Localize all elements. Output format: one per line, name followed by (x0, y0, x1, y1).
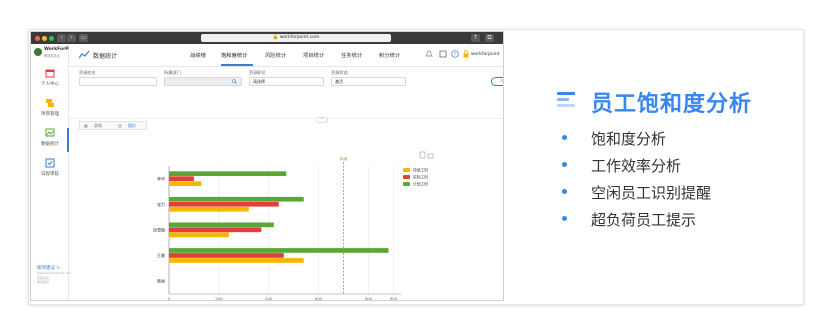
browser-window: ‹ › ▭ 🔒 workforpoint.com ↑ ⧉ WorkForPoin… (30, 31, 504, 301)
bar-planned[interactable] (169, 248, 389, 253)
legend-swatch (403, 175, 410, 179)
title-bar-icon (557, 92, 575, 95)
x-tick-label: 600 (315, 296, 323, 301)
saturation-bar-chart: 0 200 400 600 800 900 李华张力徐雪微王娜韩丽 标准持续工时实际工时计划工… (153, 156, 428, 301)
bar-actual[interactable] (169, 176, 194, 181)
title-bar-icon (557, 98, 569, 101)
bullet-icon (562, 216, 567, 221)
x-tick-label: 900 (390, 296, 398, 301)
feature-item: 超负荷员工提示 (591, 211, 697, 229)
bar-continuous[interactable] (169, 258, 304, 263)
feature-item: 工作效率分析 (591, 157, 682, 175)
bullet-icon (562, 162, 567, 167)
bullet-icon (562, 135, 567, 140)
category-label: 徐雪微 (153, 227, 165, 233)
x-tick-label: 0 (168, 296, 171, 301)
bar-continuous[interactable] (169, 181, 202, 186)
reference-line-label: 标准 (340, 156, 348, 161)
bar-continuous[interactable] (169, 206, 249, 212)
x-tick-label: 800 (365, 296, 373, 301)
feature-item: 饱和度分析 (591, 130, 667, 148)
category-label: 韩丽 (157, 278, 165, 284)
feature-item: 空闲员工识别提醒 (591, 184, 712, 202)
bar-planned[interactable] (169, 171, 287, 176)
bar-actual[interactable] (169, 253, 284, 258)
panel-title: 员工饱和度分析 (591, 92, 753, 117)
category-label: 李华 (157, 175, 165, 181)
legend-label: 持续工时 (413, 168, 428, 173)
legend-swatch (403, 168, 410, 172)
legend-swatch (403, 182, 410, 186)
x-tick-label: 400 (265, 296, 273, 301)
bar-continuous[interactable] (169, 232, 229, 238)
legend-label: 计划工时 (413, 182, 428, 187)
bullet-icon (562, 189, 567, 194)
x-tick-label: 200 (215, 296, 223, 301)
bar-planned[interactable] (169, 222, 274, 228)
legend-label: 实际工时 (413, 175, 428, 180)
bar-planned[interactable] (169, 196, 304, 202)
title-bar-icon (557, 104, 575, 107)
bar-actual[interactable] (169, 201, 279, 207)
category-label: 张力 (157, 201, 165, 207)
category-label: 王娜 (157, 252, 165, 258)
bar-actual[interactable] (169, 227, 262, 233)
